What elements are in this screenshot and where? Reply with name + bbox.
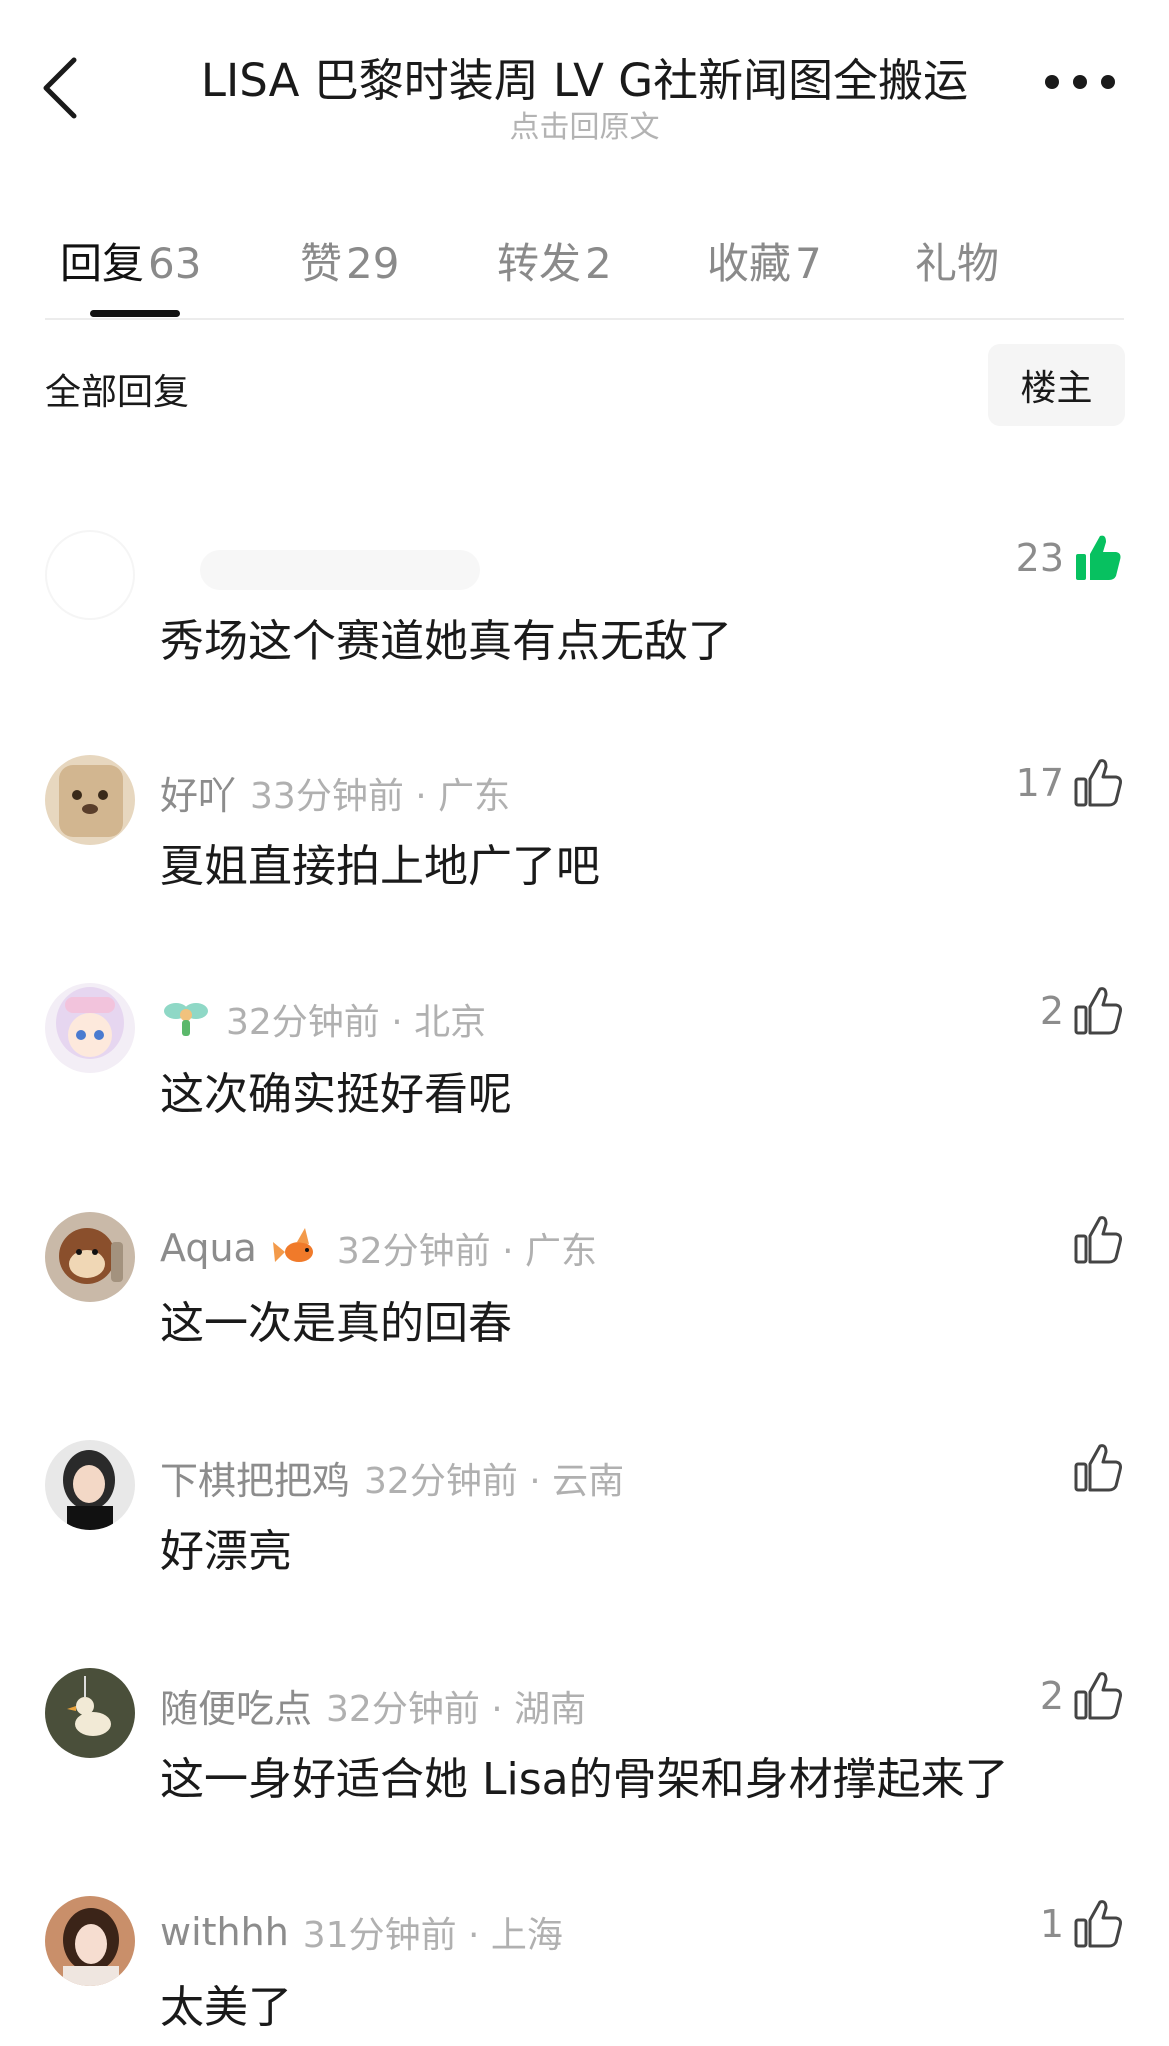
more-dots-icon bbox=[1045, 75, 1115, 89]
avatar[interactable] bbox=[45, 1440, 135, 1530]
avatar[interactable] bbox=[45, 1896, 135, 1986]
like-button[interactable]: 23 bbox=[1016, 532, 1124, 584]
comment-item: 随便吃点 32分钟前 · 湖南 2 这一身好适合她 Lisa的骨架和身材撑起来了 bbox=[0, 1668, 1169, 1868]
comment-item: 下棋把把鸡 32分钟前 · 云南 好漂亮 bbox=[0, 1440, 1169, 1640]
back-to-original-link[interactable]: 点击回原文 bbox=[150, 102, 1019, 146]
back-button[interactable] bbox=[40, 56, 100, 126]
username[interactable]: 好吖 bbox=[160, 765, 236, 820]
thumbs-up-icon bbox=[1074, 987, 1122, 1035]
comment-item: 32分钟前 · 北京 2 这次确实挺好看呢 bbox=[0, 983, 1169, 1183]
like-button[interactable] bbox=[1072, 1214, 1124, 1266]
comment-item: 好吖 33分钟前 · 广东 17 夏姐直接拍上地广了吧 bbox=[0, 755, 1169, 955]
tab-favorites-count: 7 bbox=[795, 239, 822, 288]
tab-likes-label: 赞 bbox=[300, 239, 343, 288]
username[interactable]: withhh bbox=[160, 1910, 289, 1954]
top-nav-bar: LISA 巴黎时装周 LV G社新闻图全搬运 点击回原文 bbox=[0, 0, 1169, 170]
tab-reposts-count: 2 bbox=[585, 239, 612, 288]
comment-meta: Aqua 32分钟前 · 广东 bbox=[160, 1222, 597, 1274]
post-title[interactable]: LISA 巴黎时装周 LV G社新闻图全搬运 bbox=[150, 44, 1019, 109]
goldfish-badge-icon bbox=[271, 1222, 323, 1274]
tab-replies-label: 回复 bbox=[60, 239, 145, 288]
tab-reposts-label: 转发 bbox=[497, 239, 582, 288]
comment-meta: 32分钟前 · 北京 bbox=[160, 993, 486, 1045]
dog-avatar-image bbox=[45, 755, 135, 845]
all-replies-filter[interactable]: 全部回复 bbox=[45, 363, 189, 415]
comment-meta: withhh 31分钟前 · 上海 bbox=[160, 1906, 563, 1958]
comment-text: 这一身好适合她 Lisa的骨架和身材撑起来了 bbox=[160, 1754, 1009, 1805]
timestamp-location: 32分钟前 · 北京 bbox=[226, 1002, 487, 1043]
like-count: 23 bbox=[1015, 536, 1064, 580]
chevron-left-icon bbox=[43, 57, 77, 119]
like-button[interactable] bbox=[1072, 1442, 1124, 1494]
like-button[interactable]: 2 bbox=[1040, 985, 1124, 1037]
fairy-badge-icon bbox=[160, 993, 212, 1045]
avatar[interactable] bbox=[45, 983, 135, 1073]
comment-text: 这次确实挺好看呢 bbox=[160, 1069, 512, 1120]
comment-item: withhh 31分钟前 · 上海 1 太美了 bbox=[0, 1896, 1169, 2046]
comment-text: 好漂亮 bbox=[160, 1526, 292, 1577]
comment-text: 夏姐直接拍上地广了吧 bbox=[160, 841, 600, 892]
tab-favorites[interactable]: 收藏7 bbox=[707, 230, 822, 291]
duck-avatar-image bbox=[45, 1668, 135, 1758]
tab-replies-count: 63 bbox=[148, 239, 202, 288]
thumbs-up-icon bbox=[1074, 1444, 1122, 1492]
comment-item: Aqua 32分钟前 · 广东 这一次是真的回春 bbox=[0, 1212, 1169, 1412]
tab-likes[interactable]: 赞29 bbox=[300, 230, 399, 291]
active-tab-indicator bbox=[90, 310, 180, 317]
thumbs-up-filled-icon bbox=[1076, 535, 1121, 580]
thumbs-up-icon bbox=[1074, 759, 1122, 807]
username[interactable]: Aqua bbox=[160, 1226, 257, 1270]
like-button[interactable]: 17 bbox=[1016, 757, 1124, 809]
comment-meta: 好吖 33分钟前 · 广东 bbox=[160, 765, 510, 820]
tab-bar: 回复63 赞29 转发2 收藏7 礼物 bbox=[45, 220, 1124, 320]
username[interactable]: 随便吃点 bbox=[160, 1678, 312, 1733]
username[interactable]: 下棋把把鸡 bbox=[160, 1450, 350, 1505]
timestamp-location: 32分钟前 · 广东 bbox=[336, 1231, 597, 1272]
timestamp-location: 32分钟前 · 云南 bbox=[364, 1460, 625, 1502]
timestamp-location: 33分钟前 · 广东 bbox=[250, 775, 511, 817]
tab-gifts[interactable]: 礼物 bbox=[915, 230, 999, 291]
like-count: 1 bbox=[1039, 1902, 1064, 1946]
thumbs-up-icon bbox=[1074, 1900, 1122, 1948]
comment-meta: 随便吃点 32分钟前 · 湖南 bbox=[160, 1678, 586, 1733]
tab-reposts[interactable]: 转发2 bbox=[497, 230, 612, 291]
op-only-button[interactable]: 楼主 bbox=[988, 344, 1125, 426]
comment-text: 秀场这个赛道她真有点无敌了 bbox=[160, 616, 732, 667]
timestamp-location: 32分钟前 · 湖南 bbox=[326, 1688, 587, 1730]
avatar[interactable] bbox=[45, 1212, 135, 1302]
like-button[interactable]: 1 bbox=[1040, 1898, 1124, 1950]
faded-username bbox=[200, 550, 480, 590]
tab-replies[interactable]: 回复63 bbox=[60, 230, 201, 291]
thumbs-up-icon bbox=[1074, 1672, 1122, 1720]
more-options-button[interactable] bbox=[1040, 72, 1140, 112]
avatar[interactable] bbox=[45, 530, 135, 620]
timestamp-location: 31分钟前 · 上海 bbox=[302, 1915, 563, 1956]
tab-likes-count: 29 bbox=[346, 239, 400, 288]
comment-text: 这一次是真的回春 bbox=[160, 1298, 512, 1349]
tab-gifts-label: 礼物 bbox=[915, 239, 1000, 288]
like-count: 17 bbox=[1015, 761, 1064, 805]
girl-photo-avatar-image bbox=[45, 1440, 135, 1530]
like-button[interactable]: 2 bbox=[1040, 1670, 1124, 1722]
like-count: 2 bbox=[1039, 1674, 1064, 1718]
comment-item: 23 秀场这个赛道她真有点无敌了 bbox=[0, 530, 1169, 730]
comment-text: 太美了 bbox=[160, 1982, 292, 2033]
monkey-plush-avatar-image bbox=[45, 1212, 135, 1302]
girl-selfie-avatar-image bbox=[45, 1896, 135, 1986]
avatar[interactable] bbox=[45, 755, 135, 845]
avatar[interactable] bbox=[45, 1668, 135, 1758]
tab-favorites-label: 收藏 bbox=[707, 239, 792, 288]
comment-meta: 下棋把把鸡 32分钟前 · 云南 bbox=[160, 1450, 624, 1505]
thumbs-up-icon bbox=[1074, 1216, 1122, 1264]
anime-girl-avatar-image bbox=[45, 983, 135, 1073]
like-count: 2 bbox=[1039, 989, 1064, 1033]
